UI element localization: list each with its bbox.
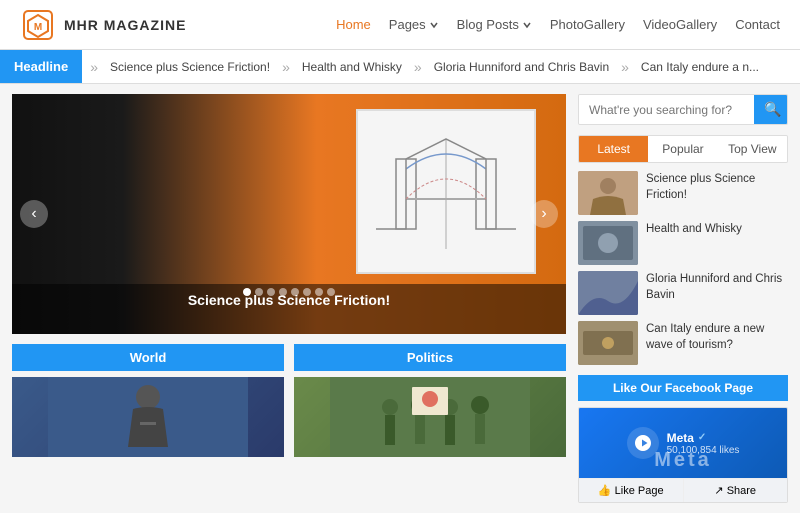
- world-header: World: [12, 344, 284, 371]
- news-item-3[interactable]: Gloria Hunniford and Chris Bavin: [578, 271, 788, 315]
- thumb-svg-3: [578, 271, 638, 315]
- politics-image: [294, 377, 566, 457]
- tab-latest[interactable]: Latest: [579, 136, 648, 162]
- dot-6[interactable]: [303, 288, 311, 296]
- slider-caption-area: Science plus Science Friction!: [12, 284, 566, 334]
- slider-drawing-board: [356, 109, 536, 274]
- logo-icon: M: [20, 7, 56, 43]
- facebook-top: Meta ✓ 50,100,854 likes Meta: [579, 408, 787, 478]
- slider-dots: [12, 288, 566, 296]
- nav-pages[interactable]: Pages: [389, 17, 439, 32]
- dot-1[interactable]: [243, 288, 251, 296]
- headline-arrow-4: »: [621, 59, 629, 75]
- headline-bar: Headline » Science plus Science Friction…: [0, 50, 800, 84]
- main-layout: Science plus Science Friction! ‹ › World: [0, 84, 800, 513]
- dot-3[interactable]: [267, 288, 275, 296]
- headline-arrow-1: »: [90, 59, 98, 75]
- news-item-4[interactable]: Can Italy endure a new wave of tourism?: [578, 321, 788, 365]
- headline-arrow-3: »: [414, 59, 422, 75]
- facebook-section: Like Our Facebook Page Meta ✓: [578, 375, 788, 503]
- facebook-like-button[interactable]: 👍 Like Page: [579, 479, 684, 502]
- tab-popular[interactable]: Popular: [648, 136, 717, 162]
- logo-text: MHR MAGAZINE: [64, 17, 186, 33]
- news-title-1[interactable]: Science plus Science Friction!: [646, 171, 788, 203]
- nav-contact[interactable]: Contact: [735, 17, 780, 32]
- news-thumb-1: [578, 171, 638, 215]
- nav-blog-posts[interactable]: Blog Posts: [457, 17, 532, 32]
- svg-text:M: M: [34, 22, 42, 33]
- logo-area: M MHR MAGAZINE: [20, 7, 186, 43]
- thumb-svg-2: [578, 221, 638, 265]
- slider-prev-button[interactable]: ‹: [20, 200, 48, 228]
- news-tabs: Latest Popular Top View: [578, 135, 788, 163]
- news-title-2[interactable]: Health and Whisky: [646, 221, 742, 237]
- news-title-3[interactable]: Gloria Hunniford and Chris Bavin: [646, 271, 788, 303]
- facebook-card: Meta ✓ 50,100,854 likes Meta 👍 Like Page…: [578, 407, 788, 503]
- nav-photo-gallery[interactable]: PhotoGallery: [550, 17, 625, 32]
- meta-name: Meta ✓: [667, 431, 740, 445]
- world-image: [12, 377, 284, 457]
- world-section: World: [12, 344, 284, 457]
- news-item-2[interactable]: Health and Whisky: [578, 221, 788, 265]
- search-box: 🔍: [578, 94, 788, 125]
- politics-header: Politics: [294, 344, 566, 371]
- headline-arrow-2: »: [282, 59, 290, 75]
- facebook-share-button[interactable]: ↗ Share: [684, 479, 788, 502]
- thumb-svg-1: [578, 171, 638, 215]
- news-thumb-4: [578, 321, 638, 365]
- headline-item-4[interactable]: Can Italy endure a n...: [629, 60, 771, 74]
- nav-video-gallery[interactable]: VideoGallery: [643, 17, 717, 32]
- search-button[interactable]: 🔍: [754, 95, 788, 124]
- main-nav: Home Pages Blog Posts PhotoGallery Video…: [336, 17, 780, 32]
- category-row: World Politics: [12, 344, 566, 457]
- slider: Science plus Science Friction! ‹ ›: [12, 94, 566, 334]
- dot-5[interactable]: [291, 288, 299, 296]
- site-header: M MHR MAGAZINE Home Pages Blog Posts Pho…: [0, 0, 800, 50]
- news-title-4[interactable]: Can Italy endure a new wave of tourism?: [646, 321, 788, 353]
- meta-verified-badge: ✓: [698, 432, 706, 443]
- facebook-header: Like Our Facebook Page: [578, 375, 788, 401]
- news-thumb-2: [578, 221, 638, 265]
- main-content: Science plus Science Friction! ‹ › World: [12, 94, 566, 503]
- facebook-actions: 👍 Like Page ↗ Share: [579, 478, 787, 502]
- headline-item-1[interactable]: Science plus Science Friction!: [98, 60, 282, 74]
- dot-4[interactable]: [279, 288, 287, 296]
- slider-next-button[interactable]: ›: [530, 200, 558, 228]
- dot-2[interactable]: [255, 288, 263, 296]
- facebook-banner-text: Meta: [579, 449, 787, 472]
- tab-top-view[interactable]: Top View: [718, 136, 787, 162]
- search-input[interactable]: [579, 95, 754, 124]
- politics-section: Politics: [294, 344, 566, 457]
- sidebar: 🔍 Latest Popular Top View Science plus S…: [578, 94, 788, 503]
- dot-7[interactable]: [315, 288, 323, 296]
- dot-8[interactable]: [327, 288, 335, 296]
- news-item-1[interactable]: Science plus Science Friction!: [578, 171, 788, 215]
- news-thumb-3: [578, 271, 638, 315]
- headline-item-3[interactable]: Gloria Hunniford and Chris Bavin: [422, 60, 621, 74]
- headline-label: Headline: [0, 50, 82, 83]
- nav-home[interactable]: Home: [336, 17, 371, 32]
- headline-items: » Science plus Science Friction! » Healt…: [82, 59, 779, 75]
- news-list: Science plus Science Friction! Health an…: [578, 171, 788, 365]
- world-img-svg: [12, 377, 284, 457]
- thumb-svg-4: [578, 321, 638, 365]
- politics-img-svg: [294, 377, 566, 457]
- drawing-svg: [366, 119, 526, 264]
- headline-item-2[interactable]: Health and Whisky: [290, 60, 414, 74]
